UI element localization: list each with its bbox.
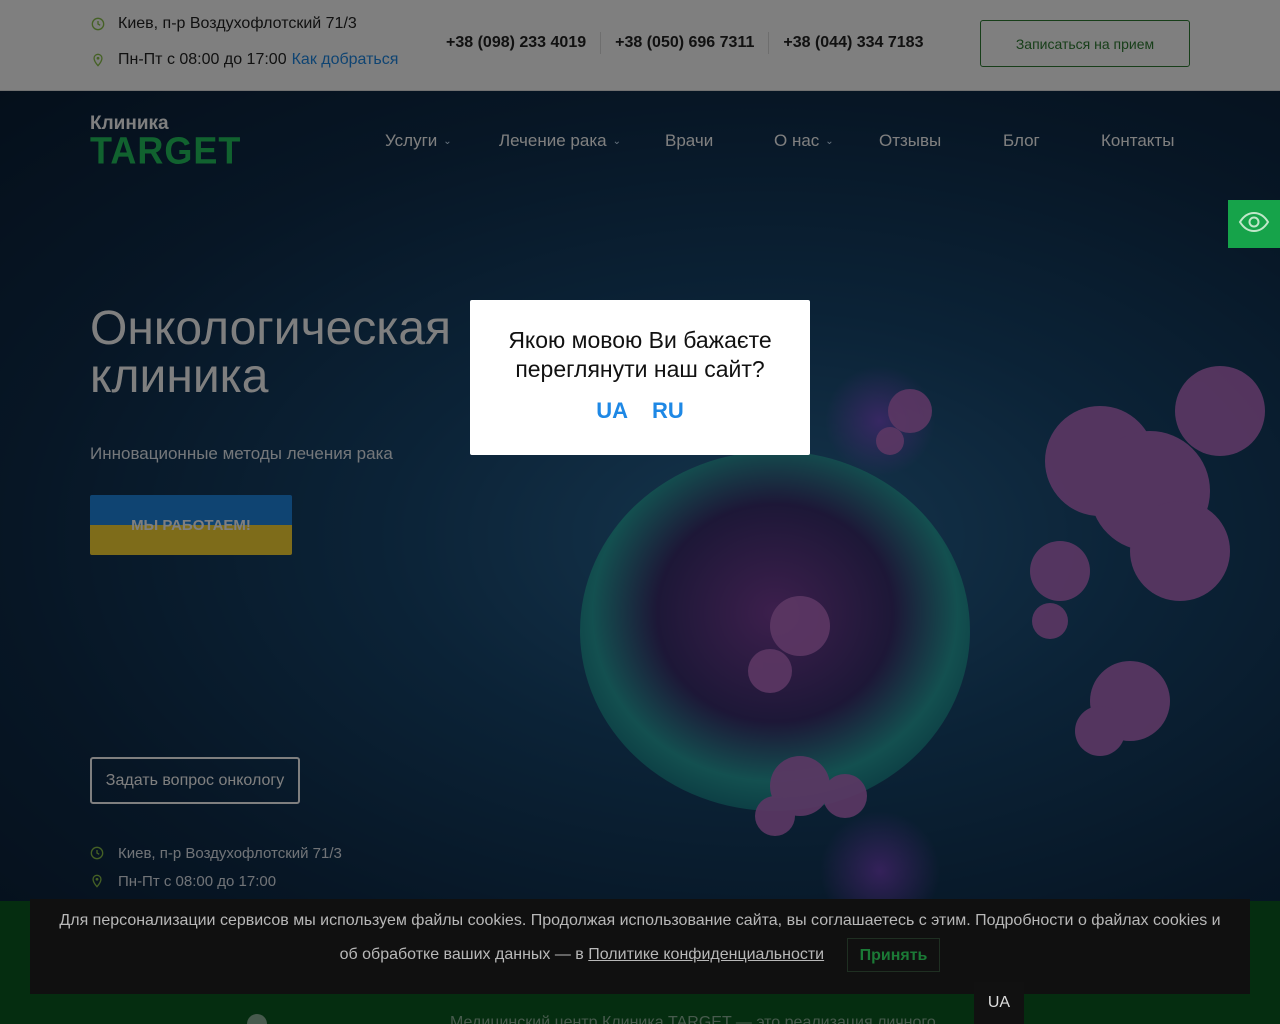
modal-backdrop[interactable] [0,0,1280,1024]
language-option-ru[interactable]: RU [652,398,684,424]
language-switcher-tab[interactable]: UA [974,982,1024,1024]
cookie-banner: Для персонализации сервисов мы используе… [30,899,1250,994]
eye-icon [1238,211,1270,237]
cookie-text-block: Для персонализации сервисов мы используе… [30,899,1250,972]
language-option-ua[interactable]: UA [596,398,628,424]
accept-cookies-button[interactable]: Принять [846,938,941,972]
privacy-policy-link[interactable]: Политике конфиденциальности [588,946,824,963]
language-select-modal: Якою мовою Ви бажаєте переглянути наш са… [470,300,810,455]
language-question: Якою мовою Ви бажаєте переглянути наш са… [508,327,772,382]
accessibility-toggle-button[interactable] [1228,200,1280,248]
language-options: UA RU [470,398,810,424]
